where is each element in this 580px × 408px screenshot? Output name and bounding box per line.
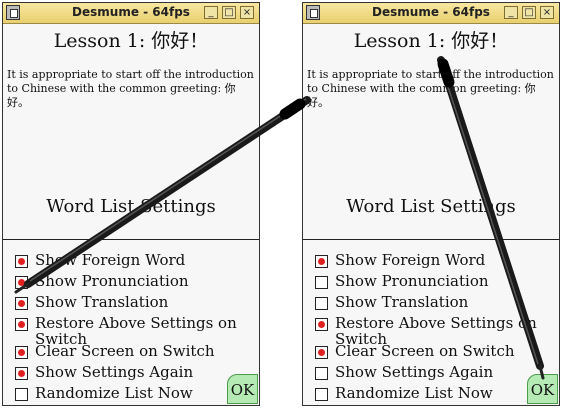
lesson-title: Lesson 1: 你好！ (53, 30, 209, 52)
option-show-translation[interactable]: Show Translation (315, 294, 550, 310)
maximize-icon[interactable]: □ (522, 6, 536, 19)
screen-divider (303, 239, 559, 240)
checkbox[interactable] (15, 367, 28, 380)
checkbox[interactable] (315, 388, 328, 401)
option-randomize-list-now[interactable]: Randomize List Now (315, 385, 550, 401)
option-randomize-list-now[interactable]: Randomize List Now (15, 385, 250, 401)
lesson-text: It is appropriate to start off the intro… (307, 68, 554, 109)
screen-divider (3, 239, 259, 240)
option-show-pronunciation[interactable]: Show Pronunciation (315, 273, 550, 289)
window-title: Desmume - 64fps (72, 5, 190, 19)
checkbox[interactable] (15, 276, 28, 289)
settings-title: Word List Settings (46, 196, 216, 217)
option-show-foreign-word[interactable]: Show Foreign Word (15, 252, 250, 268)
checkbox[interactable] (15, 255, 28, 268)
title-bar: Desmume - 64fps _ □ × (3, 3, 259, 24)
checkbox[interactable] (15, 297, 28, 310)
checkbox[interactable] (15, 346, 28, 359)
option-show-translation[interactable]: Show Translation (15, 294, 250, 310)
checkbox[interactable] (15, 318, 28, 331)
checkbox[interactable] (315, 367, 328, 380)
emulator-window-right: Desmume - 64fps _ □ × Lesson 1: 你好！ It i… (302, 2, 560, 406)
option-show-foreign-word[interactable]: Show Foreign Word (315, 252, 550, 268)
ok-button[interactable]: OK (227, 374, 258, 404)
maximize-icon[interactable]: □ (222, 6, 236, 19)
option-show-pronunciation[interactable]: Show Pronunciation (15, 273, 250, 289)
ok-button[interactable]: OK (527, 374, 558, 404)
checkbox[interactable] (315, 346, 328, 359)
option-clear-screen-on-switch[interactable]: Clear Screen on Switch (15, 343, 250, 359)
lesson-text: It is appropriate to start off the intro… (7, 68, 254, 109)
checkbox[interactable] (15, 388, 28, 401)
title-bar: Desmume - 64fps _ □ × (303, 3, 559, 24)
checkbox[interactable] (315, 297, 328, 310)
emulator-window-left: Desmume - 64fps _ □ × Lesson 1: 你好！ It i… (2, 2, 260, 406)
window-title: Desmume - 64fps (372, 5, 490, 19)
close-icon[interactable]: × (540, 6, 554, 19)
minimize-icon[interactable]: _ (504, 6, 518, 19)
lesson-title: Lesson 1: 你好！ (353, 30, 509, 52)
close-icon[interactable]: × (240, 6, 254, 19)
checkbox[interactable] (315, 276, 328, 289)
minimize-icon[interactable]: _ (204, 6, 218, 19)
option-clear-screen-on-switch[interactable]: Clear Screen on Switch (315, 343, 550, 359)
option-show-settings-again[interactable]: Show Settings Again (315, 364, 550, 380)
checkbox[interactable] (315, 255, 328, 268)
checkbox[interactable] (315, 318, 328, 331)
settings-title: Word List Settings (346, 196, 516, 217)
option-show-settings-again[interactable]: Show Settings Again (15, 364, 250, 380)
